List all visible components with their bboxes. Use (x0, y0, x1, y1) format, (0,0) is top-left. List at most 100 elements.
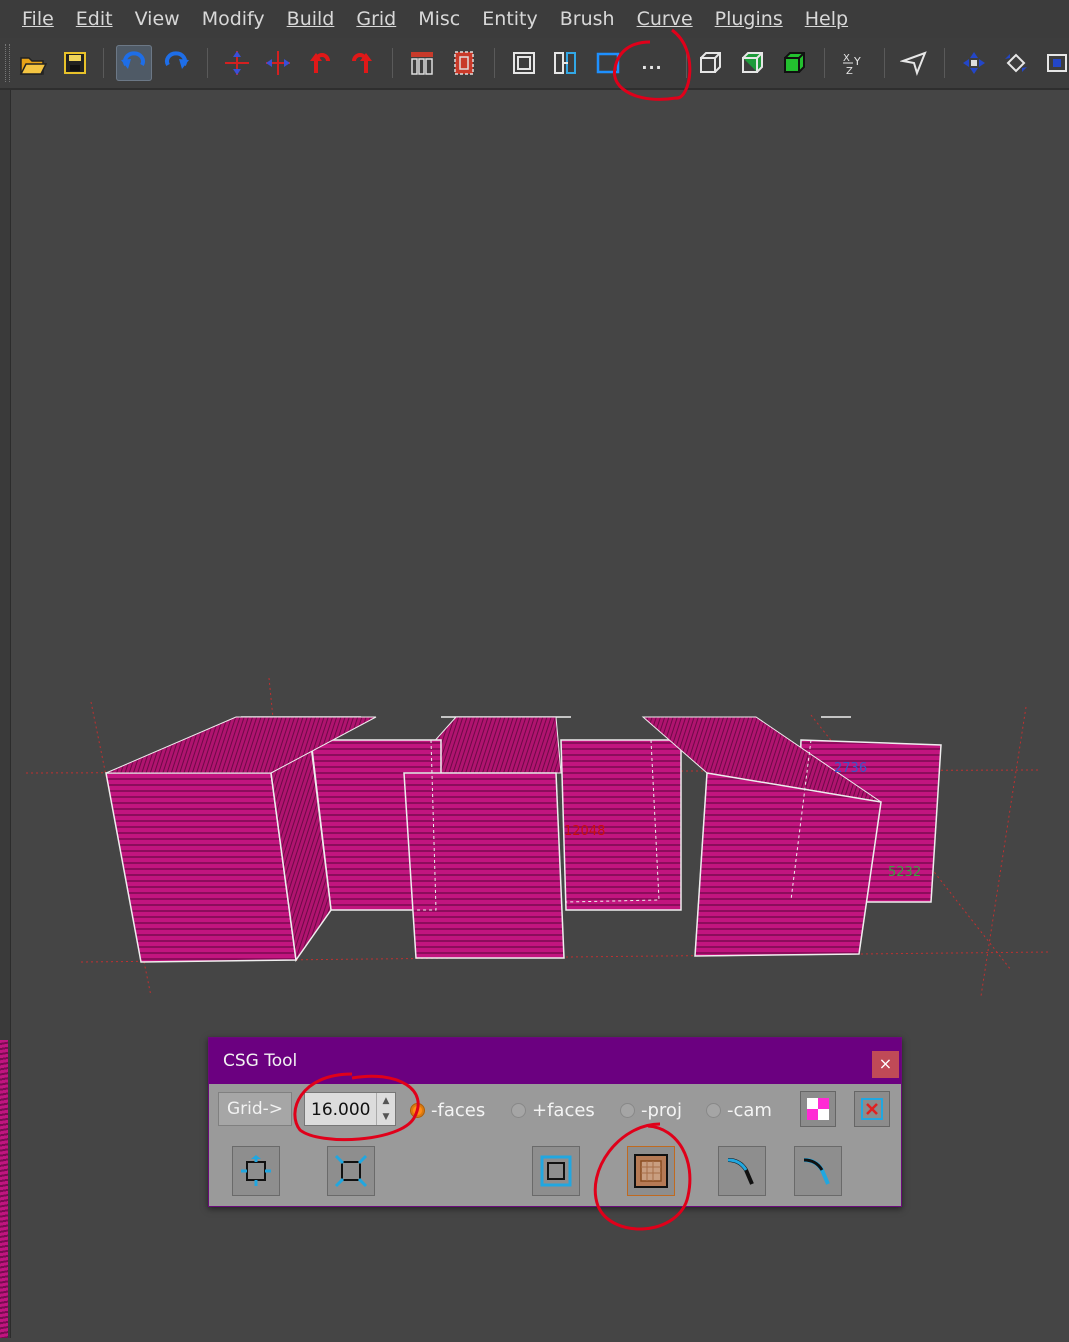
csg-merge-icon (454, 51, 474, 75)
menu-curve[interactable]: Curve (626, 0, 704, 38)
radio-plus-faces-dot[interactable] (511, 1103, 526, 1118)
svg-text:X: X (843, 53, 850, 64)
spin-down-icon[interactable]: ▼ (377, 1109, 395, 1125)
camera-icon (900, 51, 927, 77)
hollow-icon (241, 1155, 271, 1186)
menu-modify-label: Modify (201, 8, 265, 30)
room-icon (540, 1155, 572, 1187)
xyz-view-icon: X YZ (843, 53, 861, 77)
rotate-button[interactable] (998, 45, 1034, 81)
menu-grid[interactable]: Grid (345, 0, 407, 38)
move-button[interactable] (956, 45, 992, 81)
radio-minus-faces-dot[interactable] (410, 1103, 425, 1118)
rotate-icon (1005, 53, 1027, 73)
radio-minus-faces[interactable]: -faces (410, 1100, 485, 1121)
room-touching-icon (634, 1154, 668, 1188)
radio-minus-proj-label: -proj (641, 1100, 682, 1121)
radio-minus-cam[interactable]: -cam (706, 1100, 772, 1121)
merge-right-button[interactable] (794, 1146, 842, 1196)
offset-spin-arrows[interactable]: ▲ ▼ (376, 1093, 395, 1125)
menu-modify[interactable]: Modify (191, 0, 276, 38)
toolbar-grip[interactable] (5, 44, 10, 82)
redo-button[interactable] (158, 45, 194, 81)
clipper-icon (513, 52, 535, 74)
remove-faces-button[interactable] (854, 1091, 890, 1127)
csg-subtract-button[interactable] (404, 45, 440, 81)
shell-button[interactable] (327, 1146, 375, 1196)
menu-edit[interactable]: Edit (65, 0, 124, 38)
cube-wire-button[interactable] (692, 45, 728, 81)
merge-left-button[interactable] (718, 1146, 766, 1196)
menu-build[interactable]: Build (276, 0, 346, 38)
offset-input[interactable] (305, 1093, 383, 1127)
shell-icon (334, 1154, 368, 1188)
clipper-button[interactable] (506, 45, 542, 81)
make-room-button[interactable] (532, 1146, 580, 1196)
radio-minus-cam-dot[interactable] (706, 1103, 721, 1118)
redo-icon (165, 51, 189, 69)
select-button[interactable] (548, 45, 584, 81)
brush-label-blue: 2736 (834, 761, 867, 776)
open-icon (19, 57, 47, 75)
more-tools: ... (641, 53, 663, 73)
rotate-right-icon (352, 53, 372, 73)
checker-icon (807, 1098, 829, 1120)
rotate-right-button[interactable] (344, 45, 380, 81)
xyz-view-button[interactable]: XYZ (836, 45, 872, 81)
rotate-left-button[interactable] (302, 45, 338, 81)
cube-shaded-button[interactable] (734, 45, 770, 81)
undo-button[interactable] (116, 45, 152, 81)
close-icon: × (878, 1054, 893, 1073)
menu-help[interactable]: Help (794, 0, 859, 38)
close-button[interactable]: × (872, 1051, 899, 1078)
menu-entity-label: Entity (482, 8, 538, 30)
cube-shaded-icon (742, 52, 763, 73)
menu-view[interactable]: View (124, 0, 191, 38)
hollow-button[interactable] (232, 1146, 280, 1196)
flip-y-button[interactable] (260, 45, 296, 81)
more-tools-button[interactable]: ... (634, 45, 670, 81)
camera-button[interactable] (896, 45, 932, 81)
menu-entity[interactable]: Entity (471, 0, 548, 38)
csg-merge-button[interactable] (446, 45, 482, 81)
csg-title-bar[interactable]: CSG Tool × (209, 1038, 901, 1084)
select-icon (554, 52, 576, 74)
menu-misc[interactable]: Misc (407, 0, 471, 38)
save-button[interactable] (57, 45, 93, 81)
menu-curve-label: Curve (636, 8, 693, 30)
flip-x-button[interactable] (219, 45, 255, 81)
menu-grid-label: Grid (356, 8, 397, 30)
menu-misc-label: Misc (418, 8, 461, 30)
make-room-touching-button[interactable] (627, 1146, 675, 1196)
caulk-faces-button[interactable] (800, 1091, 836, 1127)
grid-offset-button[interactable]: Grid-> (218, 1092, 292, 1126)
cube-wire-icon (700, 52, 721, 73)
csg-actions-row (209, 1146, 901, 1198)
main-toolbar: ... XYZ (0, 38, 1069, 90)
merge-icon (727, 1158, 754, 1185)
menu-plugins[interactable]: Plugins (704, 0, 794, 38)
move-icon (963, 52, 985, 74)
radio-plus-faces[interactable]: +faces (511, 1100, 595, 1121)
rotate-left-icon (310, 53, 330, 73)
csg-tool-dialog: CSG Tool × Grid-> ▲ ▼ -faces +faces -pro… (208, 1037, 902, 1207)
offset-spinbox[interactable]: ▲ ▼ (304, 1092, 396, 1127)
menu-edit-label: Edit (75, 8, 113, 30)
texture-strip (0, 1040, 8, 1338)
menu-file[interactable]: File (0, 0, 65, 38)
menu-help-label: Help (804, 8, 849, 30)
menu-brush[interactable]: Brush (549, 0, 626, 38)
csg-options-row: Grid-> ▲ ▼ -faces +faces -proj -cam (209, 1090, 901, 1130)
region-icon (596, 52, 620, 74)
cube-green-icon (784, 52, 805, 73)
cube-green-button[interactable] (776, 45, 812, 81)
radio-minus-proj-dot[interactable] (620, 1103, 635, 1118)
menu-brush-label: Brush (559, 8, 615, 30)
open-button[interactable] (15, 45, 51, 81)
scale-button[interactable] (1040, 45, 1069, 81)
radio-minus-proj[interactable]: -proj (620, 1100, 682, 1121)
spin-up-icon[interactable]: ▲ (377, 1093, 395, 1109)
region-button[interactable] (590, 45, 626, 81)
split-icon (803, 1158, 830, 1185)
radio-plus-faces-label: +faces (532, 1100, 595, 1121)
